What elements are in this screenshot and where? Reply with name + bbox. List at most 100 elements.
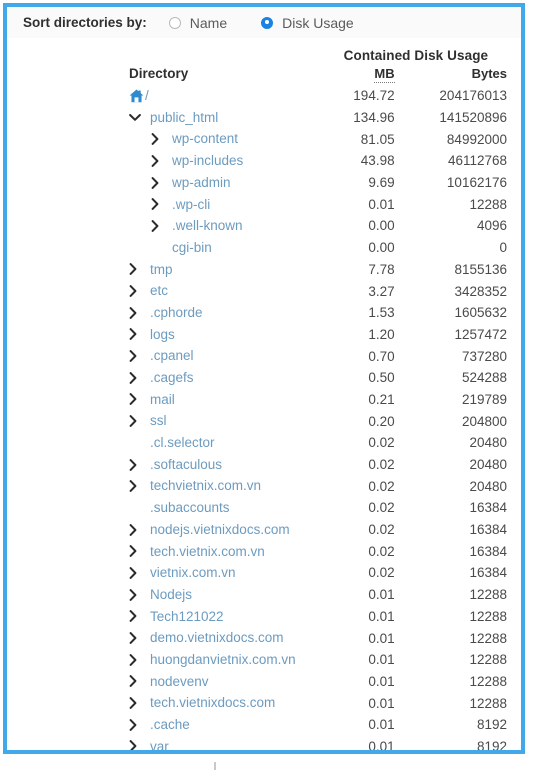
mb-cell: 81.05 — [360, 131, 395, 147]
directory-cell: .cache — [7, 714, 311, 736]
table-row: logs 1.20 1257472 — [7, 324, 521, 346]
chevron-right-icon[interactable] — [129, 545, 144, 558]
bytes-cell: 3428352 — [454, 283, 507, 299]
chevron-right-icon[interactable] — [129, 306, 144, 319]
chevron-right-icon — [129, 328, 137, 341]
table-row: Nodejs 0.01 12288 — [7, 584, 521, 606]
directory-name[interactable]: .cphorde — [150, 306, 203, 320]
sort-option-name-label: Name — [189, 14, 228, 31]
directory-name[interactable]: .cache — [150, 718, 190, 732]
mb-cell: 0.02 — [368, 457, 395, 473]
bytes-cell: 46112768 — [447, 153, 507, 169]
directory-name[interactable]: cgi-bin — [172, 241, 212, 255]
directory-name[interactable]: .cpanel — [150, 349, 194, 363]
directory-name[interactable]: Tech121022 — [150, 610, 224, 624]
table-row: techvietnix.com.vn 0.02 20480 — [7, 475, 521, 497]
chevron-right-icon[interactable] — [129, 610, 144, 623]
directory-name[interactable]: tech.vietnixdocs.com — [150, 696, 275, 710]
directory-name[interactable]: wp-admin — [172, 176, 231, 190]
chevron-right-icon[interactable] — [129, 632, 144, 644]
chevron-right-icon — [129, 350, 137, 362]
directory-name[interactable]: demo.vietnixdocs.com — [150, 631, 284, 645]
chevron-down-icon[interactable] — [129, 113, 144, 122]
directory-name[interactable]: tech.vietnix.com.vn — [150, 545, 265, 559]
chevron-right-icon[interactable] — [129, 371, 144, 384]
chevron-right-icon[interactable] — [129, 567, 144, 579]
directory-name[interactable]: tmp — [150, 263, 173, 277]
directory-name[interactable]: wp-content — [172, 132, 238, 146]
directory-cell: .cphorde — [7, 302, 311, 324]
table-header-group-row: Contained Disk Usage — [7, 44, 521, 66]
chevron-right-icon[interactable] — [151, 220, 166, 232]
sort-option-name[interactable]: Name — [168, 14, 228, 31]
chevron-right-icon[interactable] — [129, 458, 144, 471]
radio-name-icon[interactable] — [168, 16, 181, 29]
bytes-cell: 16384 — [469, 565, 507, 581]
mb-cell: 0.01 — [368, 673, 395, 689]
chevron-right-icon[interactable] — [129, 263, 144, 276]
directory-name[interactable]: techvietnix.com.vn — [150, 479, 261, 493]
directory-cell: ssl — [7, 410, 311, 432]
chevron-right-icon[interactable] — [129, 350, 144, 362]
bytes-cell: 12288 — [469, 196, 507, 212]
chevron-right-icon[interactable] — [129, 740, 144, 750]
home-icon[interactable] — [129, 89, 144, 103]
chevron-right-icon — [129, 285, 137, 297]
directory-name[interactable]: ssl — [150, 414, 167, 428]
sort-option-disk-usage[interactable]: Disk Usage — [261, 15, 354, 31]
chevron-right-icon[interactable] — [129, 523, 144, 536]
mb-cell: 0.70 — [368, 348, 395, 364]
directory-name[interactable]: .wp-cli — [172, 198, 210, 212]
mb-cell: 0.02 — [368, 478, 395, 494]
chevron-right-icon[interactable] — [151, 155, 166, 167]
directory-name[interactable]: Nodejs — [150, 588, 192, 602]
directory-column-header-label: Directory — [129, 66, 189, 81]
directory-name[interactable]: mail — [150, 393, 175, 407]
chevron-right-icon[interactable] — [129, 480, 144, 493]
bytes-column-header-label: Bytes — [471, 66, 507, 81]
mb-cell: 0.01 — [368, 608, 395, 624]
chevron-right-icon[interactable] — [151, 133, 166, 146]
directory-name[interactable]: wp-includes — [172, 154, 243, 168]
directory-name[interactable]: vietnix.com.vn — [150, 566, 236, 580]
directory-name[interactable]: etc — [150, 284, 168, 298]
chevron-right-icon[interactable] — [129, 415, 144, 428]
chevron-right-icon[interactable] — [151, 198, 166, 211]
radio-disk-usage-icon[interactable] — [261, 16, 274, 29]
directory-cell: wp-includes — [7, 150, 311, 172]
directory-name[interactable]: huongdanvietnix.com.vn — [150, 653, 296, 667]
directory-cell: .softaculous — [7, 454, 311, 476]
chevron-right-icon — [129, 545, 137, 558]
chevron-right-icon[interactable] — [129, 393, 144, 406]
directory-name[interactable]: logs — [150, 328, 175, 342]
chevron-right-icon[interactable] — [129, 285, 144, 297]
directory-name[interactable]: / — [145, 88, 149, 103]
chevron-right-icon[interactable] — [129, 588, 144, 601]
mb-cell: 1.53 — [368, 305, 395, 321]
bytes-cell: 16384 — [469, 500, 507, 516]
directory-cell: .wp-cli — [7, 193, 311, 215]
chevron-right-icon[interactable] — [129, 697, 144, 709]
chevron-right-icon[interactable] — [151, 176, 166, 189]
bytes-column-header: Bytes — [409, 66, 521, 85]
scroll-artifact — [214, 762, 216, 770]
mb-cell: 0.02 — [368, 522, 395, 538]
directory-name[interactable]: .softaculous — [150, 458, 222, 472]
directory-name[interactable]: public_html — [150, 111, 218, 125]
directory-name[interactable]: .well-known — [172, 219, 243, 233]
chevron-right-icon[interactable] — [129, 675, 144, 688]
directory-name[interactable]: var — [150, 740, 169, 750]
directory-name[interactable]: nodevenv — [150, 675, 209, 689]
table-row: etc 3.27 3428352 — [7, 280, 521, 302]
directory-name[interactable]: .subaccounts — [150, 501, 230, 515]
directory-name[interactable]: nodejs.vietnixdocs.com — [150, 523, 290, 537]
chevron-right-icon[interactable] — [129, 328, 144, 341]
bytes-cell: 12288 — [469, 608, 507, 624]
directory-name[interactable]: .cl.selector — [150, 436, 215, 450]
mb-cell: 0.00 — [368, 218, 395, 234]
chevron-right-icon[interactable] — [129, 718, 144, 731]
mb-cell: 0.01 — [368, 196, 395, 212]
directory-name[interactable]: .cagefs — [150, 371, 194, 385]
bytes-cell: 204176013 — [439, 88, 507, 104]
chevron-right-icon[interactable] — [129, 653, 144, 666]
